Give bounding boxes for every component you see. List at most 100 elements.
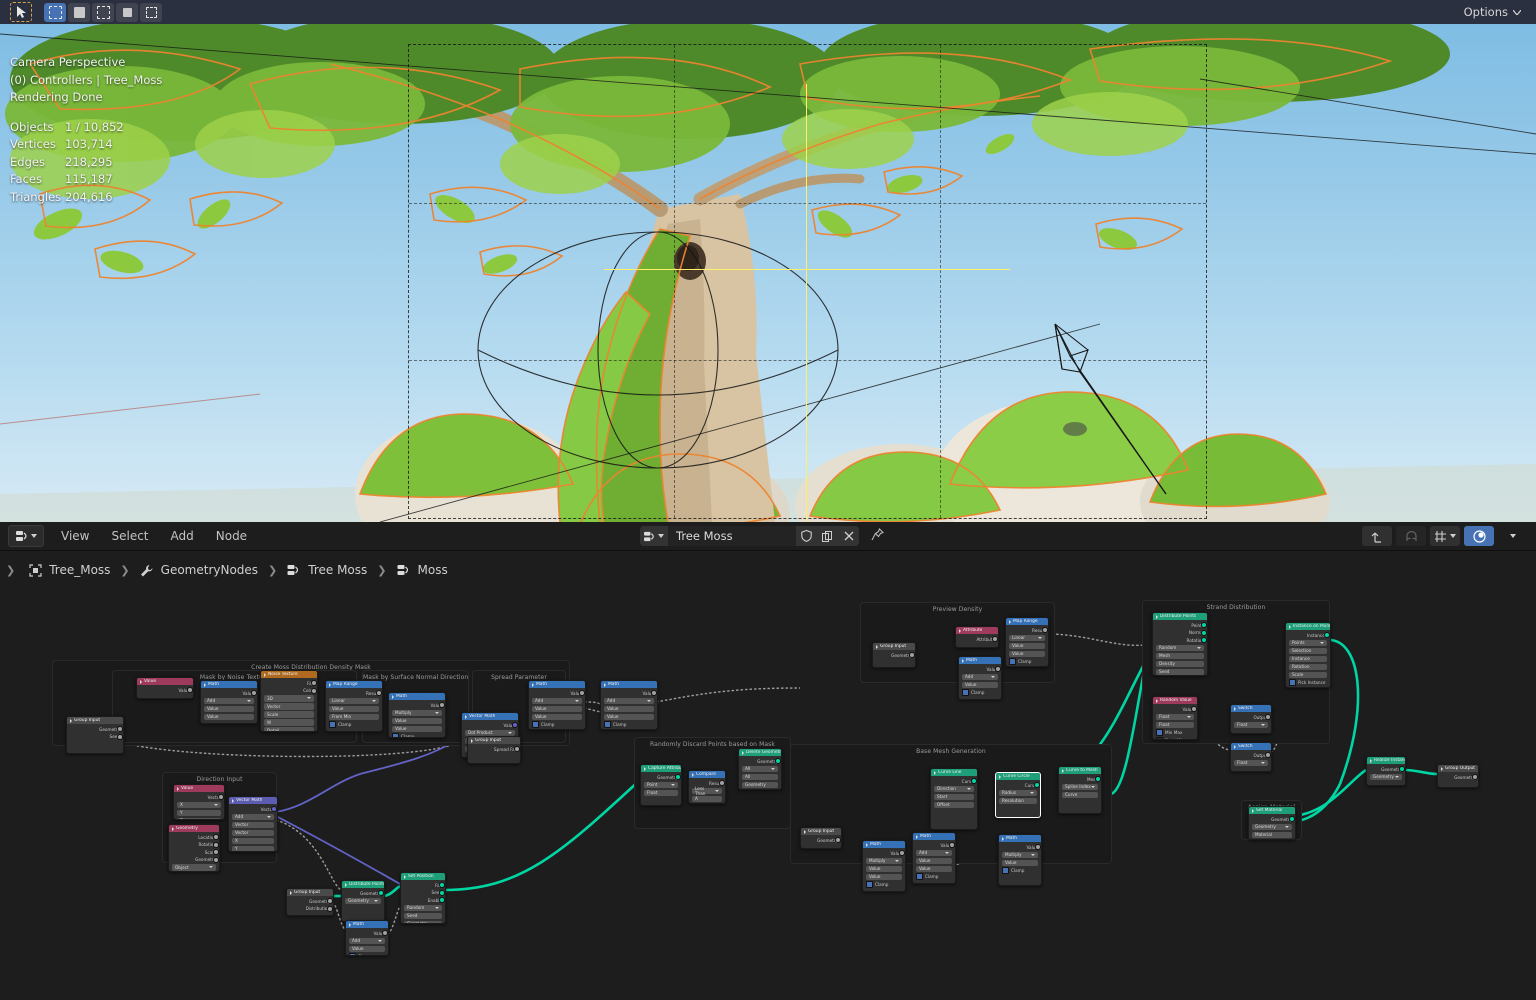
node-header[interactable]: Group Output bbox=[1438, 765, 1478, 772]
node-header[interactable]: Math bbox=[601, 681, 657, 688]
collapse-triangle-icon[interactable] bbox=[471, 738, 473, 743]
node-group-output[interactable]: Group Output Geometry bbox=[1437, 764, 1479, 788]
collapse-triangle-icon[interactable] bbox=[264, 672, 266, 677]
node-field[interactable]: Add bbox=[232, 813, 274, 820]
node-header[interactable]: Curve to Mesh bbox=[1059, 767, 1101, 774]
node-field[interactable]: Scale bbox=[264, 711, 314, 718]
node-math-h[interactable]: Math Value Multiply Value Clamp bbox=[998, 834, 1042, 886]
node-field[interactable]: Seed bbox=[1156, 668, 1204, 675]
collapse-triangle-icon[interactable] bbox=[1062, 768, 1064, 773]
collapse-triangle-icon[interactable] bbox=[644, 766, 646, 771]
node-field[interactable]: Add bbox=[349, 937, 385, 944]
node-field[interactable]: Value bbox=[962, 681, 998, 688]
node-input-value-a[interactable]: Value Value bbox=[136, 677, 194, 699]
node-output-socket-row[interactable]: Rotation bbox=[1156, 637, 1207, 643]
collapse-triangle-icon[interactable] bbox=[1252, 808, 1254, 813]
node-field[interactable]: Selection bbox=[742, 790, 778, 791]
node-field[interactable]: Material bbox=[1252, 831, 1292, 838]
node-realize-instances[interactable]: Realize Instances Geometry Geometry bbox=[1366, 756, 1406, 786]
checkbox-icon[interactable] bbox=[916, 873, 923, 880]
collapse-triangle-icon[interactable] bbox=[916, 834, 918, 839]
node-field[interactable]: Linear bbox=[1009, 634, 1045, 641]
node-field[interactable]: Geometry bbox=[345, 897, 381, 904]
node-set-material[interactable]: Set Material Geometry Geometry Material bbox=[1248, 806, 1296, 840]
checkbox-icon[interactable] bbox=[1156, 736, 1163, 739]
output-socket[interactable] bbox=[513, 746, 520, 752]
snap-magnet-toggle[interactable] bbox=[1396, 526, 1426, 546]
collapse-triangle-icon[interactable] bbox=[999, 774, 1001, 779]
node-header[interactable]: Distribute Points bbox=[342, 881, 384, 888]
node-output-socket-row[interactable]: Distribution bbox=[290, 905, 333, 912]
node-field[interactable]: Value bbox=[604, 713, 654, 720]
node-field[interactable]: Direction bbox=[934, 785, 974, 792]
node-field[interactable]: From Min bbox=[329, 713, 379, 720]
node-field[interactable]: Density bbox=[1156, 660, 1204, 667]
node-field[interactable]: Point bbox=[644, 781, 678, 788]
output-socket[interactable] bbox=[578, 690, 585, 696]
node-output-socket-row[interactable]: Geometry bbox=[70, 726, 123, 732]
output-socket[interactable] bbox=[1200, 637, 1207, 643]
duplicate-nodetree-button[interactable] bbox=[817, 526, 838, 546]
node-output-socket-row[interactable]: Curve bbox=[999, 782, 1040, 788]
node-header[interactable]: Attribute bbox=[956, 627, 998, 634]
node-header[interactable]: Switch bbox=[1231, 705, 1271, 712]
output-socket[interactable] bbox=[970, 778, 977, 784]
node-output-socket-row[interactable]: Result bbox=[1009, 627, 1048, 633]
breadcrumb-item-nodetree[interactable]: Tree Moss bbox=[287, 563, 367, 577]
output-socket[interactable] bbox=[1041, 627, 1048, 633]
node-header[interactable]: Math bbox=[201, 681, 257, 688]
collapse-triangle-icon[interactable] bbox=[1156, 614, 1158, 619]
node-field[interactable]: Float bbox=[644, 789, 678, 796]
collapse-triangle-icon[interactable] bbox=[934, 770, 936, 775]
node-field[interactable]: Vector bbox=[264, 703, 314, 710]
collapse-triangle-icon[interactable] bbox=[1002, 836, 1004, 841]
collapse-triangle-icon[interactable] bbox=[692, 772, 694, 777]
checkbox-icon[interactable] bbox=[349, 953, 356, 955]
output-socket[interactable] bbox=[212, 841, 219, 848]
node-header[interactable]: Distribute Points bbox=[1153, 613, 1207, 620]
node-field[interactable]: Value bbox=[1009, 642, 1045, 649]
node-output-socket-row[interactable]: Mesh bbox=[1062, 776, 1101, 782]
node-header[interactable]: Group Input bbox=[67, 717, 123, 724]
node-checkbox[interactable]: Clamp bbox=[866, 881, 902, 888]
node-field[interactable]: Z bbox=[177, 817, 221, 819]
collapse-triangle-icon[interactable] bbox=[204, 682, 206, 687]
output-socket[interactable] bbox=[774, 758, 781, 764]
pin-nodetree-button[interactable] bbox=[871, 527, 884, 546]
node-set-position[interactable]: Set PositionFacSeedEnableRandomSeedGeome… bbox=[400, 872, 446, 924]
node-checkbox[interactable]: Clamp bbox=[916, 873, 952, 880]
collapse-triangle-icon[interactable] bbox=[742, 750, 744, 755]
node-output-socket-row[interactable]: Fac bbox=[264, 680, 317, 686]
node-field[interactable]: Value bbox=[866, 865, 902, 872]
unlink-nodetree-button[interactable] bbox=[838, 526, 859, 546]
node-delete-geo[interactable]: Delete Geometry Geometry All All Geometry Sel… bbox=[738, 748, 782, 790]
node-header[interactable]: Math bbox=[999, 835, 1041, 842]
node-field[interactable]: Value bbox=[204, 713, 254, 720]
node-field[interactable]: Add bbox=[204, 697, 254, 704]
node-field[interactable]: Scale bbox=[1289, 671, 1327, 678]
node-group-input-c[interactable]: Group Input Geometry Distribution bbox=[286, 888, 334, 916]
node-field[interactable]: Curve bbox=[1062, 791, 1098, 798]
collapse-triangle-icon[interactable] bbox=[804, 829, 806, 834]
node-field[interactable]: Value bbox=[532, 705, 582, 712]
collapse-triangle-icon[interactable] bbox=[532, 682, 534, 687]
node-field[interactable]: Value bbox=[349, 945, 385, 952]
output-socket[interactable] bbox=[326, 898, 333, 904]
node-checkbox[interactable]: Clamp bbox=[532, 721, 582, 728]
node-output-socket-row[interactable]: Points bbox=[1156, 622, 1207, 628]
node-field[interactable]: Value bbox=[866, 873, 902, 880]
select-box-invert-button[interactable] bbox=[116, 2, 138, 22]
node-output-socket-row[interactable]: Geometry bbox=[1370, 766, 1405, 772]
checkbox-icon[interactable] bbox=[392, 733, 399, 737]
node-field[interactable]: Value bbox=[604, 705, 654, 712]
collapse-triangle-icon[interactable] bbox=[1370, 758, 1372, 763]
node-output-socket-row[interactable]: Fac bbox=[404, 882, 445, 888]
node-output-socket-row[interactable]: Value bbox=[1002, 844, 1041, 850]
node-field[interactable]: Value bbox=[392, 717, 442, 724]
node-output-socket-row[interactable]: Value bbox=[604, 690, 657, 696]
node-output-socket-row[interactable]: Geometry bbox=[1252, 816, 1295, 822]
node-field[interactable]: Multiply bbox=[1002, 851, 1038, 858]
output-socket[interactable] bbox=[116, 726, 123, 732]
node-normal-in[interactable]: Geometry Location Rotation Scale Geometry Obj… bbox=[168, 824, 220, 872]
collapse-triangle-icon[interactable] bbox=[1234, 706, 1236, 711]
